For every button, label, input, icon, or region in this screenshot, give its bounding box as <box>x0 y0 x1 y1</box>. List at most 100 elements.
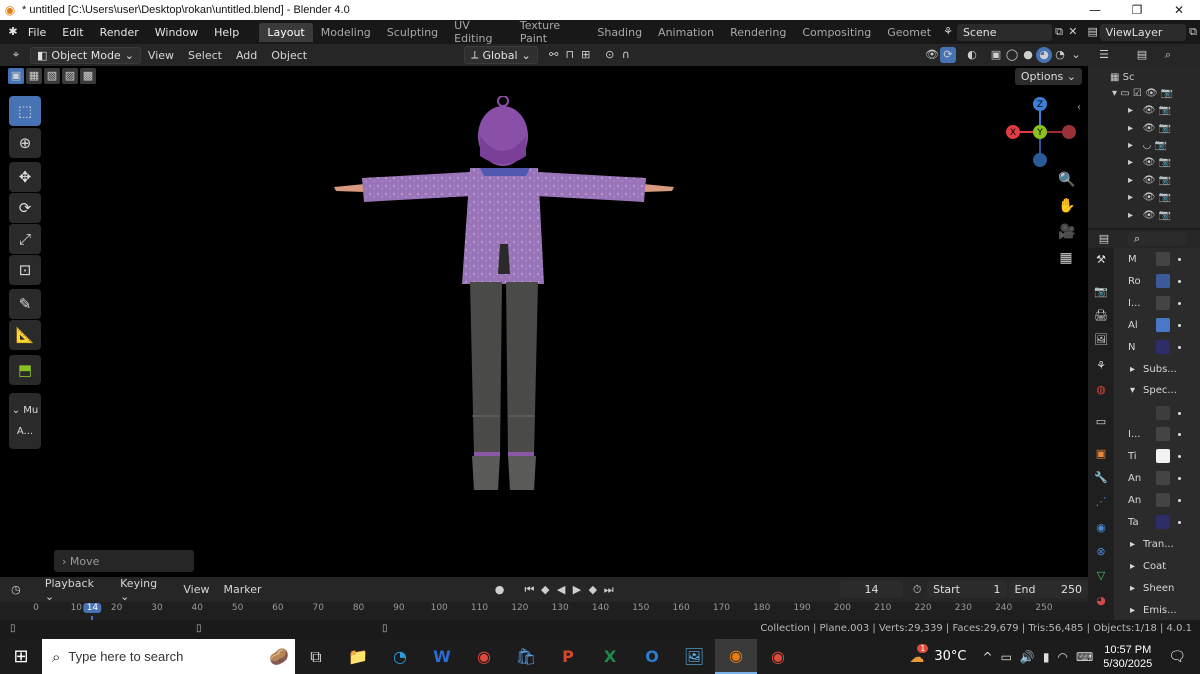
end-frame-field[interactable]: End 250 <box>1008 581 1088 598</box>
outliner-row[interactable]: ▸ 👁 📷 <box>1128 172 1171 188</box>
view-layer-field[interactable]: ViewLayer <box>1099 23 1187 41</box>
menu-object[interactable]: Object <box>264 49 314 62</box>
blender-menu-icon[interactable]: ✱ <box>6 24 20 40</box>
start-frame-field[interactable]: Start 1 <box>927 581 1007 598</box>
gizmo-neg-x-axis[interactable] <box>1062 125 1076 139</box>
outliner-row[interactable]: ▸ 👁 📷 <box>1128 102 1171 118</box>
taskbar-app-icon[interactable]: ▭ <box>1001 650 1012 664</box>
physics-tab-icon[interactable]: ◉ <box>1093 520 1109 536</box>
socket-dot-icon[interactable] <box>1178 498 1181 502</box>
camera-icon[interactable]: 📷 <box>1158 123 1170 134</box>
overlay-icon[interactable]: ◐ <box>964 47 980 63</box>
scene-tab-icon[interactable]: ⚘ <box>1093 358 1109 374</box>
object-tab-icon[interactable]: ▣ <box>1093 446 1109 462</box>
property-row[interactable]: Ta <box>1120 513 1181 531</box>
move-tool[interactable]: ✥ <box>9 162 41 192</box>
world-tab-icon[interactable]: ◍ <box>1093 382 1109 398</box>
outliner-row[interactable]: ▸ 👁 📷 <box>1128 207 1171 223</box>
property-row[interactable]: Al <box>1120 316 1181 334</box>
chevron-up-icon[interactable]: ^ <box>983 650 993 664</box>
new-view-layer-icon[interactable]: ⧉ <box>1186 24 1200 40</box>
camera-icon[interactable]: 📷 <box>1158 192 1170 203</box>
powerpoint-icon[interactable]: P <box>547 639 589 674</box>
menu-render[interactable]: Render <box>92 26 147 39</box>
timeline-editor-icon[interactable]: ◷ <box>8 582 24 598</box>
constraints-tab-icon[interactable]: ⊗ <box>1093 544 1109 560</box>
extra-tools-sub[interactable]: A... <box>17 426 33 437</box>
property-row[interactable]: ▾ Spec... <box>1120 381 1177 399</box>
property-row[interactable]: An <box>1120 469 1181 487</box>
next-keyframe-icon[interactable]: ◆ <box>585 582 601 598</box>
property-row[interactable]: An <box>1120 491 1181 509</box>
tab-animation[interactable]: Animation <box>650 23 722 42</box>
gizmo-toggle-icon[interactable]: ⟳ <box>940 47 956 63</box>
eye-icon[interactable]: 👁 <box>1143 157 1156 168</box>
pan-hand-icon[interactable]: ✋ <box>1058 198 1075 214</box>
3d-viewport[interactable]: ▣ ▦ ▧ ▨ ▩ Options ⌄ ⬚ ⊕ ✥ ⟳ ⤢ ⊡ ✎ 📐 ⬒ ⌄ … <box>0 66 1088 577</box>
modifier-tab-icon[interactable]: 🔧 <box>1093 470 1109 486</box>
camera-icon[interactable]: 📷 <box>1158 210 1170 221</box>
tab-rendering[interactable]: Rendering <box>722 23 794 42</box>
property-row[interactable]: Ro <box>1120 272 1181 290</box>
socket-dot-icon[interactable] <box>1178 345 1181 349</box>
delete-scene-icon[interactable]: ✕ <box>1066 24 1080 40</box>
properties-editor-icon[interactable]: ▤ <box>1096 231 1112 247</box>
editor-type-icon[interactable]: ⌖ <box>8 47 24 63</box>
property-value-swatch[interactable] <box>1156 427 1170 441</box>
menu-add[interactable]: Add <box>229 49 264 62</box>
ortho-grid-icon[interactable]: ▦ <box>1058 250 1074 266</box>
material-tab-icon[interactable]: ◕ <box>1093 593 1109 609</box>
property-value-swatch[interactable] <box>1156 406 1170 420</box>
camera-icon[interactable]: 📷 <box>1158 105 1170 116</box>
menu-window[interactable]: Window <box>147 26 206 39</box>
eye-icon[interactable]: 👁 <box>1143 123 1156 134</box>
language-icon[interactable]: ⌨ <box>1076 650 1093 664</box>
pivot-point-icon[interactable]: ⚯ <box>546 47 562 63</box>
xray-icon[interactable]: ▣ <box>988 47 1004 63</box>
chrome-profile-icon[interactable]: ◉ <box>757 639 799 674</box>
property-row[interactable]: I... <box>1120 425 1181 443</box>
property-value-swatch[interactable] <box>1156 471 1170 485</box>
close-window-button[interactable]: ✕ <box>1158 3 1200 17</box>
property-row[interactable]: M <box>1120 250 1181 268</box>
camera-view-icon[interactable]: 🎥 <box>1058 224 1075 240</box>
menu-marker[interactable]: Marker <box>217 583 269 596</box>
property-row[interactable]: I... <box>1120 294 1181 312</box>
eye-icon[interactable]: 👁 <box>1143 175 1156 186</box>
camera-icon[interactable]: 📷 <box>1158 157 1170 168</box>
eye-icon[interactable]: 👁 <box>1143 192 1156 203</box>
checkbox-icon[interactable]: ☑ <box>1133 88 1142 99</box>
jump-start-icon[interactable]: ⏮ <box>521 582 537 598</box>
timeline-ruler[interactable]: 0 10 14 20 30 40 50 60 70 80 90 100 110 120 130 140 150 1… <box>0 602 1088 620</box>
scene-name-field[interactable]: Scene <box>956 23 1053 41</box>
view-layer-icon[interactable]: ▤ <box>1086 24 1100 40</box>
file-explorer-icon[interactable]: 📁 <box>337 639 379 674</box>
play-reverse-icon[interactable]: ◀ <box>553 582 569 598</box>
select-new-icon[interactable]: ▣ <box>8 68 24 84</box>
material-preview-icon[interactable]: ◕ <box>1036 47 1052 63</box>
property-value-swatch[interactable] <box>1156 449 1170 463</box>
property-row[interactable]: ▸ Sheen <box>1120 579 1174 597</box>
volume-icon[interactable]: 🔊 <box>1020 650 1035 664</box>
property-value-swatch[interactable] <box>1156 515 1170 529</box>
wireframe-shading-icon[interactable]: ◯ <box>1004 47 1020 63</box>
camera-icon[interactable]: 📷 <box>1155 140 1167 151</box>
select-subtract-icon[interactable]: ▧ <box>44 68 60 84</box>
store-icon[interactable]: 🛍 <box>505 639 547 674</box>
outliner-row[interactable]: ▸ 👁 📷 <box>1128 154 1171 170</box>
current-frame-field[interactable]: 14 <box>839 581 904 598</box>
mode-dropdown[interactable]: ◧ Object Mode ⌄ <box>30 46 141 64</box>
menu-view[interactable]: View <box>141 49 181 62</box>
rotate-tool[interactable]: ⟳ <box>9 193 41 223</box>
panel-toggle-icon[interactable]: ▸ <box>1130 605 1135 616</box>
socket-dot-icon[interactable] <box>1178 279 1181 283</box>
gizmo-neg-z-axis[interactable] <box>1033 153 1047 167</box>
tab-sculpting[interactable]: Sculpting <box>379 23 446 42</box>
property-row[interactable]: ▸ Coat <box>1120 557 1166 575</box>
excel-icon[interactable]: X <box>589 639 631 674</box>
tab-compositing[interactable]: Compositing <box>794 23 879 42</box>
rendered-shading-icon[interactable]: ◔ <box>1052 47 1068 63</box>
proportional-edit-icon[interactable]: ⊙ <box>602 47 618 63</box>
select-extend-icon[interactable]: ▦ <box>26 68 42 84</box>
cursor-tool[interactable]: ⊕ <box>9 128 41 158</box>
